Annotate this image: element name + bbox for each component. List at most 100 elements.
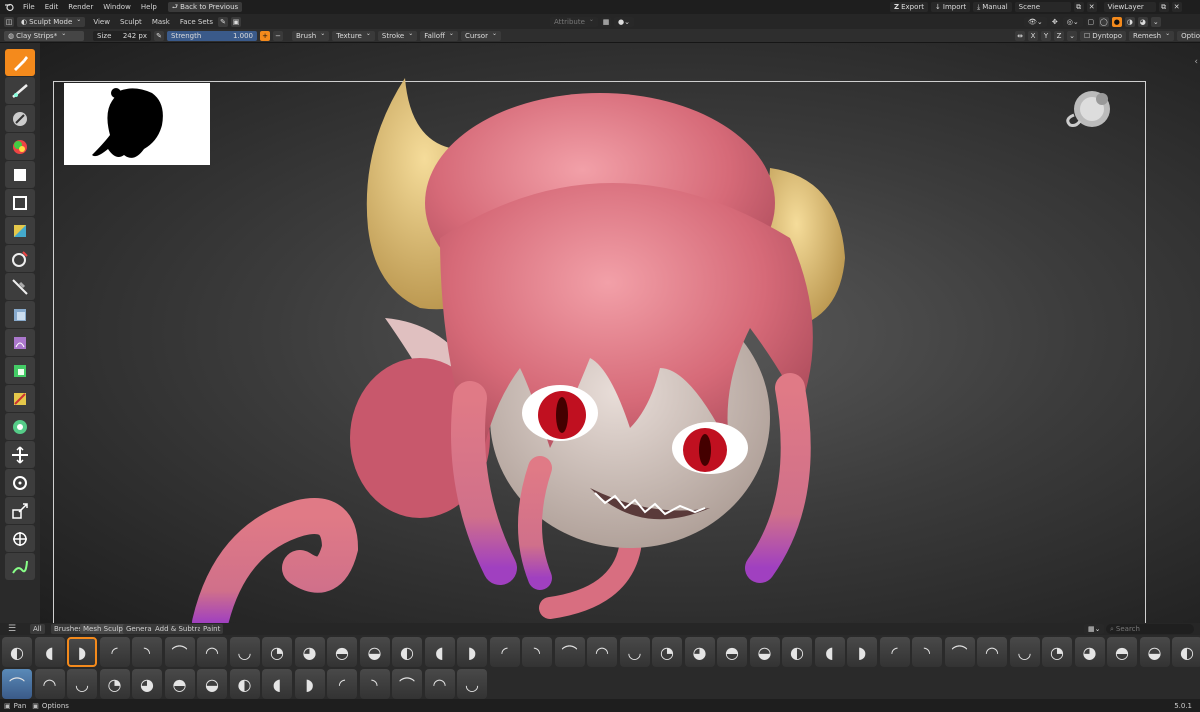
shelf-brush-button[interactable]: ◔: [1042, 637, 1072, 667]
shelf-brush-button[interactable]: ◗: [457, 637, 487, 667]
line-project-tool[interactable]: [5, 273, 35, 300]
shelf-brush-button[interactable]: ◕: [294, 637, 325, 667]
menu-help[interactable]: Help: [136, 3, 162, 11]
shading-material-icon[interactable]: ◑: [1124, 16, 1135, 27]
shelf-menu-icon[interactable]: ☰: [8, 624, 16, 634]
shelf-brush-button[interactable]: ◜: [879, 637, 910, 667]
pipette-icon[interactable]: ✎: [218, 16, 229, 27]
edit-face-set-tool[interactable]: [5, 385, 35, 412]
shelf-brush-button[interactable]: ◓: [327, 637, 357, 667]
shelf-brush-button[interactable]: ◡: [619, 637, 650, 667]
shelf-brush-button[interactable]: ◐: [2, 637, 32, 667]
shelf-brush-button[interactable]: ◐: [1172, 637, 1200, 667]
sidebar-toggle-icon[interactable]: ‹: [1194, 57, 1198, 67]
shelf-brush-button[interactable]: ◝: [359, 669, 390, 699]
display-options-toggle[interactable]: ▦⌄: [1084, 624, 1105, 634]
symmetry-icon[interactable]: ⇹: [1015, 30, 1025, 41]
symmetry-options-icon[interactable]: ⌄: [1067, 30, 1077, 41]
header-view[interactable]: View: [88, 18, 115, 26]
copy-viewlayer-icon[interactable]: ⧉: [1158, 2, 1169, 12]
stroke-menu[interactable]: Stroke: [377, 30, 418, 41]
shelf-brush-button[interactable]: ◒: [197, 669, 227, 699]
shelf-brush-button[interactable]: ◓: [164, 669, 195, 699]
transform-tool[interactable]: [5, 525, 35, 552]
shelf-brush-button[interactable]: ◗: [67, 637, 97, 667]
shelf-brush-button[interactable]: ◜: [327, 669, 357, 699]
menu-file[interactable]: File: [18, 3, 40, 11]
shelf-brush-button[interactable]: ◕: [132, 669, 162, 699]
shelf-brush-button[interactable]: ◝: [522, 637, 552, 667]
texture-menu[interactable]: Texture: [332, 30, 375, 41]
close-scene-icon[interactable]: ✕: [1086, 2, 1097, 12]
visibility-toggle[interactable]: 👁⌄: [1024, 16, 1047, 27]
shelf-brush-button[interactable]: ◓: [1107, 637, 1137, 667]
scale-tool[interactable]: [5, 497, 35, 524]
shading-options-icon[interactable]: ⌄: [1150, 16, 1161, 27]
rotate-tool[interactable]: [5, 469, 35, 496]
shelf-brush-button[interactable]: ⌒: [554, 637, 585, 667]
grab-tool[interactable]: [5, 105, 35, 132]
shelf-brush-button[interactable]: ◖: [262, 669, 292, 699]
menu-render[interactable]: Render: [63, 3, 98, 11]
shelf-brush-button[interactable]: ◗: [847, 637, 877, 667]
frame-icon[interactable]: ▣: [231, 16, 242, 27]
shelf-brush-button[interactable]: ◖: [34, 637, 65, 667]
mode-selector[interactable]: ◐ Sculpt Mode: [17, 16, 86, 27]
direction-add-button[interactable]: +: [260, 30, 270, 41]
shelf-brush-button[interactable]: ⌒: [164, 637, 195, 667]
copy-scene-icon[interactable]: ⧉: [1073, 2, 1084, 12]
options-menu[interactable]: Options: [1177, 30, 1200, 41]
attribute-selector[interactable]: Attribute: [550, 16, 598, 27]
shelf-brush-button[interactable]: ◜: [99, 637, 130, 667]
header-mask[interactable]: Mask: [147, 18, 175, 26]
shelf-brush-button[interactable]: ◝: [912, 637, 942, 667]
shelf-brush-button[interactable]: ⌒: [2, 669, 32, 699]
shading-wireframe-icon[interactable]: ◯: [1098, 16, 1109, 27]
shelf-brush-button[interactable]: ◡: [67, 669, 97, 699]
dyntopo-toggle[interactable]: ☐ Dyntopo: [1080, 30, 1127, 41]
shelf-brush-button[interactable]: ◡: [229, 637, 260, 667]
shelf-tab-mesh-sculpt[interactable]: Mesh Sculpt: [80, 624, 129, 634]
3d-viewport[interactable]: ‹: [40, 43, 1200, 641]
viewlayer-selector[interactable]: ViewLayer: [1103, 2, 1156, 12]
shading-solid-icon[interactable]: ●: [1111, 16, 1122, 27]
scene-selector[interactable]: Scene: [1014, 2, 1071, 12]
header-sculpt[interactable]: Sculpt: [115, 18, 147, 26]
shelf-brush-button[interactable]: ◡: [1009, 637, 1040, 667]
menu-edit[interactable]: Edit: [40, 3, 64, 11]
strength-field[interactable]: Strength 1.000: [167, 30, 257, 41]
shelf-brush-button[interactable]: ◒: [359, 637, 390, 667]
draw-brush-tool[interactable]: [5, 49, 35, 76]
shelf-brush-button[interactable]: ◐: [229, 669, 260, 699]
brush-selector[interactable]: ◍ Clay Strips*: [4, 30, 84, 41]
shelf-brush-button[interactable]: ◐: [392, 637, 422, 667]
blender-logo-icon[interactable]: [4, 2, 14, 12]
export-button[interactable]: Z Export: [890, 2, 928, 12]
falloff-menu[interactable]: Falloff: [420, 30, 458, 41]
xray-icon[interactable]: ▢: [1085, 16, 1096, 27]
header-face-sets[interactable]: Face Sets: [175, 18, 218, 26]
shelf-brush-button[interactable]: ⌒: [392, 669, 422, 699]
gizmo-icon[interactable]: ✥: [1049, 16, 1060, 27]
shelf-search-input[interactable]: ⌕ Search: [1106, 624, 1194, 634]
cursor-menu[interactable]: Cursor: [460, 30, 501, 41]
navigation-gizmo-icon[interactable]: [1058, 81, 1118, 141]
shelf-brush-button[interactable]: ◕: [684, 637, 715, 667]
menu-window[interactable]: Window: [98, 3, 136, 11]
shelf-brush-button[interactable]: ◗: [294, 669, 325, 699]
shelf-brush-button[interactable]: ◓: [717, 637, 747, 667]
mesh-filter-tool[interactable]: [5, 301, 35, 328]
back-to-previous-button[interactable]: ⮐ Back to Previous: [167, 2, 243, 12]
symmetry-z-button[interactable]: Z: [1054, 30, 1064, 41]
shelf-tab-all[interactable]: All: [30, 624, 45, 634]
symmetry-x-button[interactable]: X: [1028, 30, 1038, 41]
shelf-brush-button[interactable]: ◔: [652, 637, 682, 667]
color-filter-tool[interactable]: [5, 357, 35, 384]
shelf-brush-button[interactable]: ◒: [749, 637, 780, 667]
close-viewlayer-icon[interactable]: ✕: [1171, 2, 1182, 12]
paint-mode-icon[interactable]: ▦: [601, 16, 611, 27]
lasso-mask-tool[interactable]: [5, 189, 35, 216]
trim-tool[interactable]: [5, 245, 35, 272]
shelf-brush-button[interactable]: ◔: [99, 669, 130, 699]
shelf-brush-button[interactable]: ◕: [1074, 637, 1105, 667]
